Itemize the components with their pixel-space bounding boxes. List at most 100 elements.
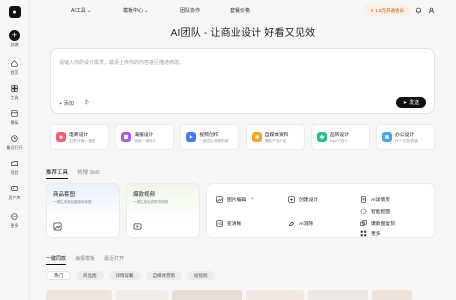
pill-product[interactable]: 商品图: [76, 271, 104, 280]
category-title: 办公设计: [394, 132, 415, 138]
nav-label: AI工具: [71, 8, 86, 14]
tab-hot-skill[interactable]: 热搜 Skill: [77, 168, 100, 179]
asset-icon: [9, 183, 20, 194]
tool-label: 创建设计: [299, 197, 319, 203]
chevron-down-icon: ⌄: [144, 8, 149, 14]
tool-label: 变清晰: [227, 221, 242, 227]
sidebar-item-recent[interactable]: 最近打开: [7, 133, 23, 151]
sidebar-item-asset[interactable]: 资产库: [9, 183, 21, 201]
prompt-placeholder: 请输入你的设计需求，或添上传你的内容进行描述修改。: [59, 60, 185, 66]
category-title: 电商设计: [69, 132, 89, 138]
brand-icon: [316, 132, 327, 142]
product-set-card[interactable]: 商品套图 一键生成商品套图电商图: [46, 183, 120, 238]
tool-switch-icon[interactable]: [84, 99, 90, 107]
nav-ai-tools[interactable]: AI工具 ⌄: [71, 7, 91, 14]
send-button[interactable]: ➤ 发送: [396, 97, 426, 108]
template-thumbnail[interactable]: [46, 290, 112, 300]
tool-image-edit[interactable]: 图片编辑 ✦: [215, 192, 289, 206]
svg-text:HD: HD: [217, 221, 222, 225]
shop-icon: [56, 132, 66, 142]
category-title: 自媒体资料: [264, 132, 289, 138]
bell-icon[interactable]: [414, 6, 423, 15]
tools-grid: 图片编辑 ✦ 创建设计 AI详情页 智能抠图 HD 变清晰 AI消除 爆款图复刻 …: [206, 183, 435, 238]
tool-erase[interactable]: AI消除: [287, 216, 361, 230]
erase-icon: [287, 219, 295, 227]
category-subtitle: 一键成片/视频剪辑: [199, 138, 229, 143]
tab-recommended-tools[interactable]: 推荐工具: [46, 168, 69, 179]
image-icon: [53, 222, 62, 231]
pill-hot[interactable]: 热门: [46, 271, 71, 280]
tool-sharpen[interactable]: HD 变清晰: [215, 216, 289, 230]
sidebar: ● + 创建 首页 工具 模板 最近打开 项目 资产库 更多: [0, 0, 30, 300]
office-icon: [381, 132, 392, 142]
create-button[interactable]: + 创建: [9, 30, 20, 48]
sidebar-item-template[interactable]: 模板: [9, 108, 20, 126]
plus-icon: +: [59, 100, 62, 107]
hot-video-card[interactable]: 爆款视频 一键生成优质带货视频: [126, 183, 200, 238]
video-icon: [186, 132, 197, 142]
card-subtitle: 一键生成商品套图电商图: [53, 200, 92, 204]
category-title: 视频创作: [199, 132, 219, 138]
category-poster[interactable]: 海报设计 海报/一键设计: [115, 124, 175, 150]
poster-icon: [121, 132, 132, 142]
sidebar-item-label: 首页: [10, 70, 19, 75]
nav-template-center[interactable]: 模板中心 ⌄: [123, 7, 149, 14]
tool-label: 智能抠图: [371, 209, 391, 215]
pill-wear[interactable]: 详情穿戴: [108, 271, 141, 280]
user-icon[interactable]: [427, 6, 436, 15]
category-brand[interactable]: 品牌设计 logo/VI设计: [310, 124, 370, 150]
video-icon: [133, 222, 142, 231]
app-logo[interactable]: ●: [8, 6, 21, 18]
tab-recent[interactable]: 最近打开: [104, 255, 124, 265]
plus-icon: +: [9, 30, 20, 41]
tab-same-style[interactable]: 一键同款: [46, 255, 67, 265]
filter-pills: 热门 商品图 详情穿戴 自媒体营销 短视频: [46, 271, 215, 280]
nav-team[interactable]: 团队协作: [180, 7, 200, 14]
vip-button[interactable]: ♕ 1.5元开通会员: [363, 5, 411, 16]
template-thumbnail[interactable]: [116, 290, 168, 300]
prompt-input[interactable]: 请输入你的设计需求，或添上传你的内容进行描述修改。 + 添加 ➤ 发送: [50, 48, 435, 114]
sidebar-item-label: 项目: [10, 170, 19, 175]
recent-icon: [9, 133, 20, 144]
category-title: 海报设计: [134, 132, 154, 138]
tools-icon: [9, 83, 20, 94]
template-thumbnail[interactable]: [172, 290, 242, 300]
sidebar-item-project[interactable]: 项目: [9, 158, 20, 176]
image-edit-icon: [215, 195, 223, 203]
template-thumbnail[interactable]: [372, 290, 412, 300]
project-icon: [9, 158, 20, 169]
category-subtitle: 爆款/产品介绍: [264, 138, 287, 143]
template-icon: [9, 108, 20, 119]
nav-label: 模板中心: [123, 8, 144, 14]
category-office[interactable]: 办公设计 PPT/文档/表格: [375, 124, 435, 150]
template-thumbnail[interactable]: [308, 290, 368, 300]
pill-media[interactable]: 自媒体营销: [145, 271, 182, 280]
sidebar-item-label: 工具: [10, 95, 19, 100]
add-button[interactable]: + 添加: [59, 100, 74, 108]
sharpen-icon: HD: [215, 219, 223, 227]
ai-detail-icon: [359, 195, 367, 203]
template-tabs: 一键同款 海报模板 最近打开: [46, 255, 124, 265]
sparkle-icon: ✦: [250, 196, 255, 202]
pill-video[interactable]: 短视频: [187, 271, 215, 280]
sidebar-item-tools[interactable]: 工具: [9, 83, 20, 101]
category-ecommerce[interactable]: 电商设计 主图/详情/一键图: [50, 124, 109, 150]
card-title: 爆款视频: [133, 192, 156, 198]
category-row: 电商设计 主图/详情/一键图 海报设计 海报/一键设计 视频创作 一键成片/视频剪辑 …: [50, 124, 435, 150]
nav-pricing[interactable]: 套餐价格: [230, 7, 250, 14]
category-subtitle: PPT/文档/表格: [394, 138, 418, 143]
sidebar-item-more[interactable]: 更多: [9, 211, 20, 229]
tool-create-design[interactable]: 创建设计: [287, 192, 361, 206]
category-title: 品牌设计: [329, 132, 349, 138]
top-nav: AI工具 ⌄ 模板中心 ⌄ 团队协作 套餐价格 ♕ 1.5元开通会员: [30, 0, 456, 22]
category-subtitle: logo/VI设计: [329, 138, 348, 143]
category-media[interactable]: 自媒体资料 爆款/产品介绍: [245, 124, 305, 150]
grid-more-icon: [359, 229, 367, 237]
template-thumbnail[interactable]: [246, 290, 304, 300]
tool-more[interactable]: 更多: [359, 226, 433, 240]
tools-tabs: 推荐工具 热搜 Skill: [46, 168, 100, 179]
sidebar-item-home[interactable]: 首页: [9, 58, 20, 76]
category-video[interactable]: 视频创作 一键成片/视频剪辑: [180, 124, 240, 150]
tab-poster-templates[interactable]: 海报模板: [75, 255, 95, 265]
page-title: AI团队 - 让商业设计 好看又见效: [170, 28, 316, 39]
